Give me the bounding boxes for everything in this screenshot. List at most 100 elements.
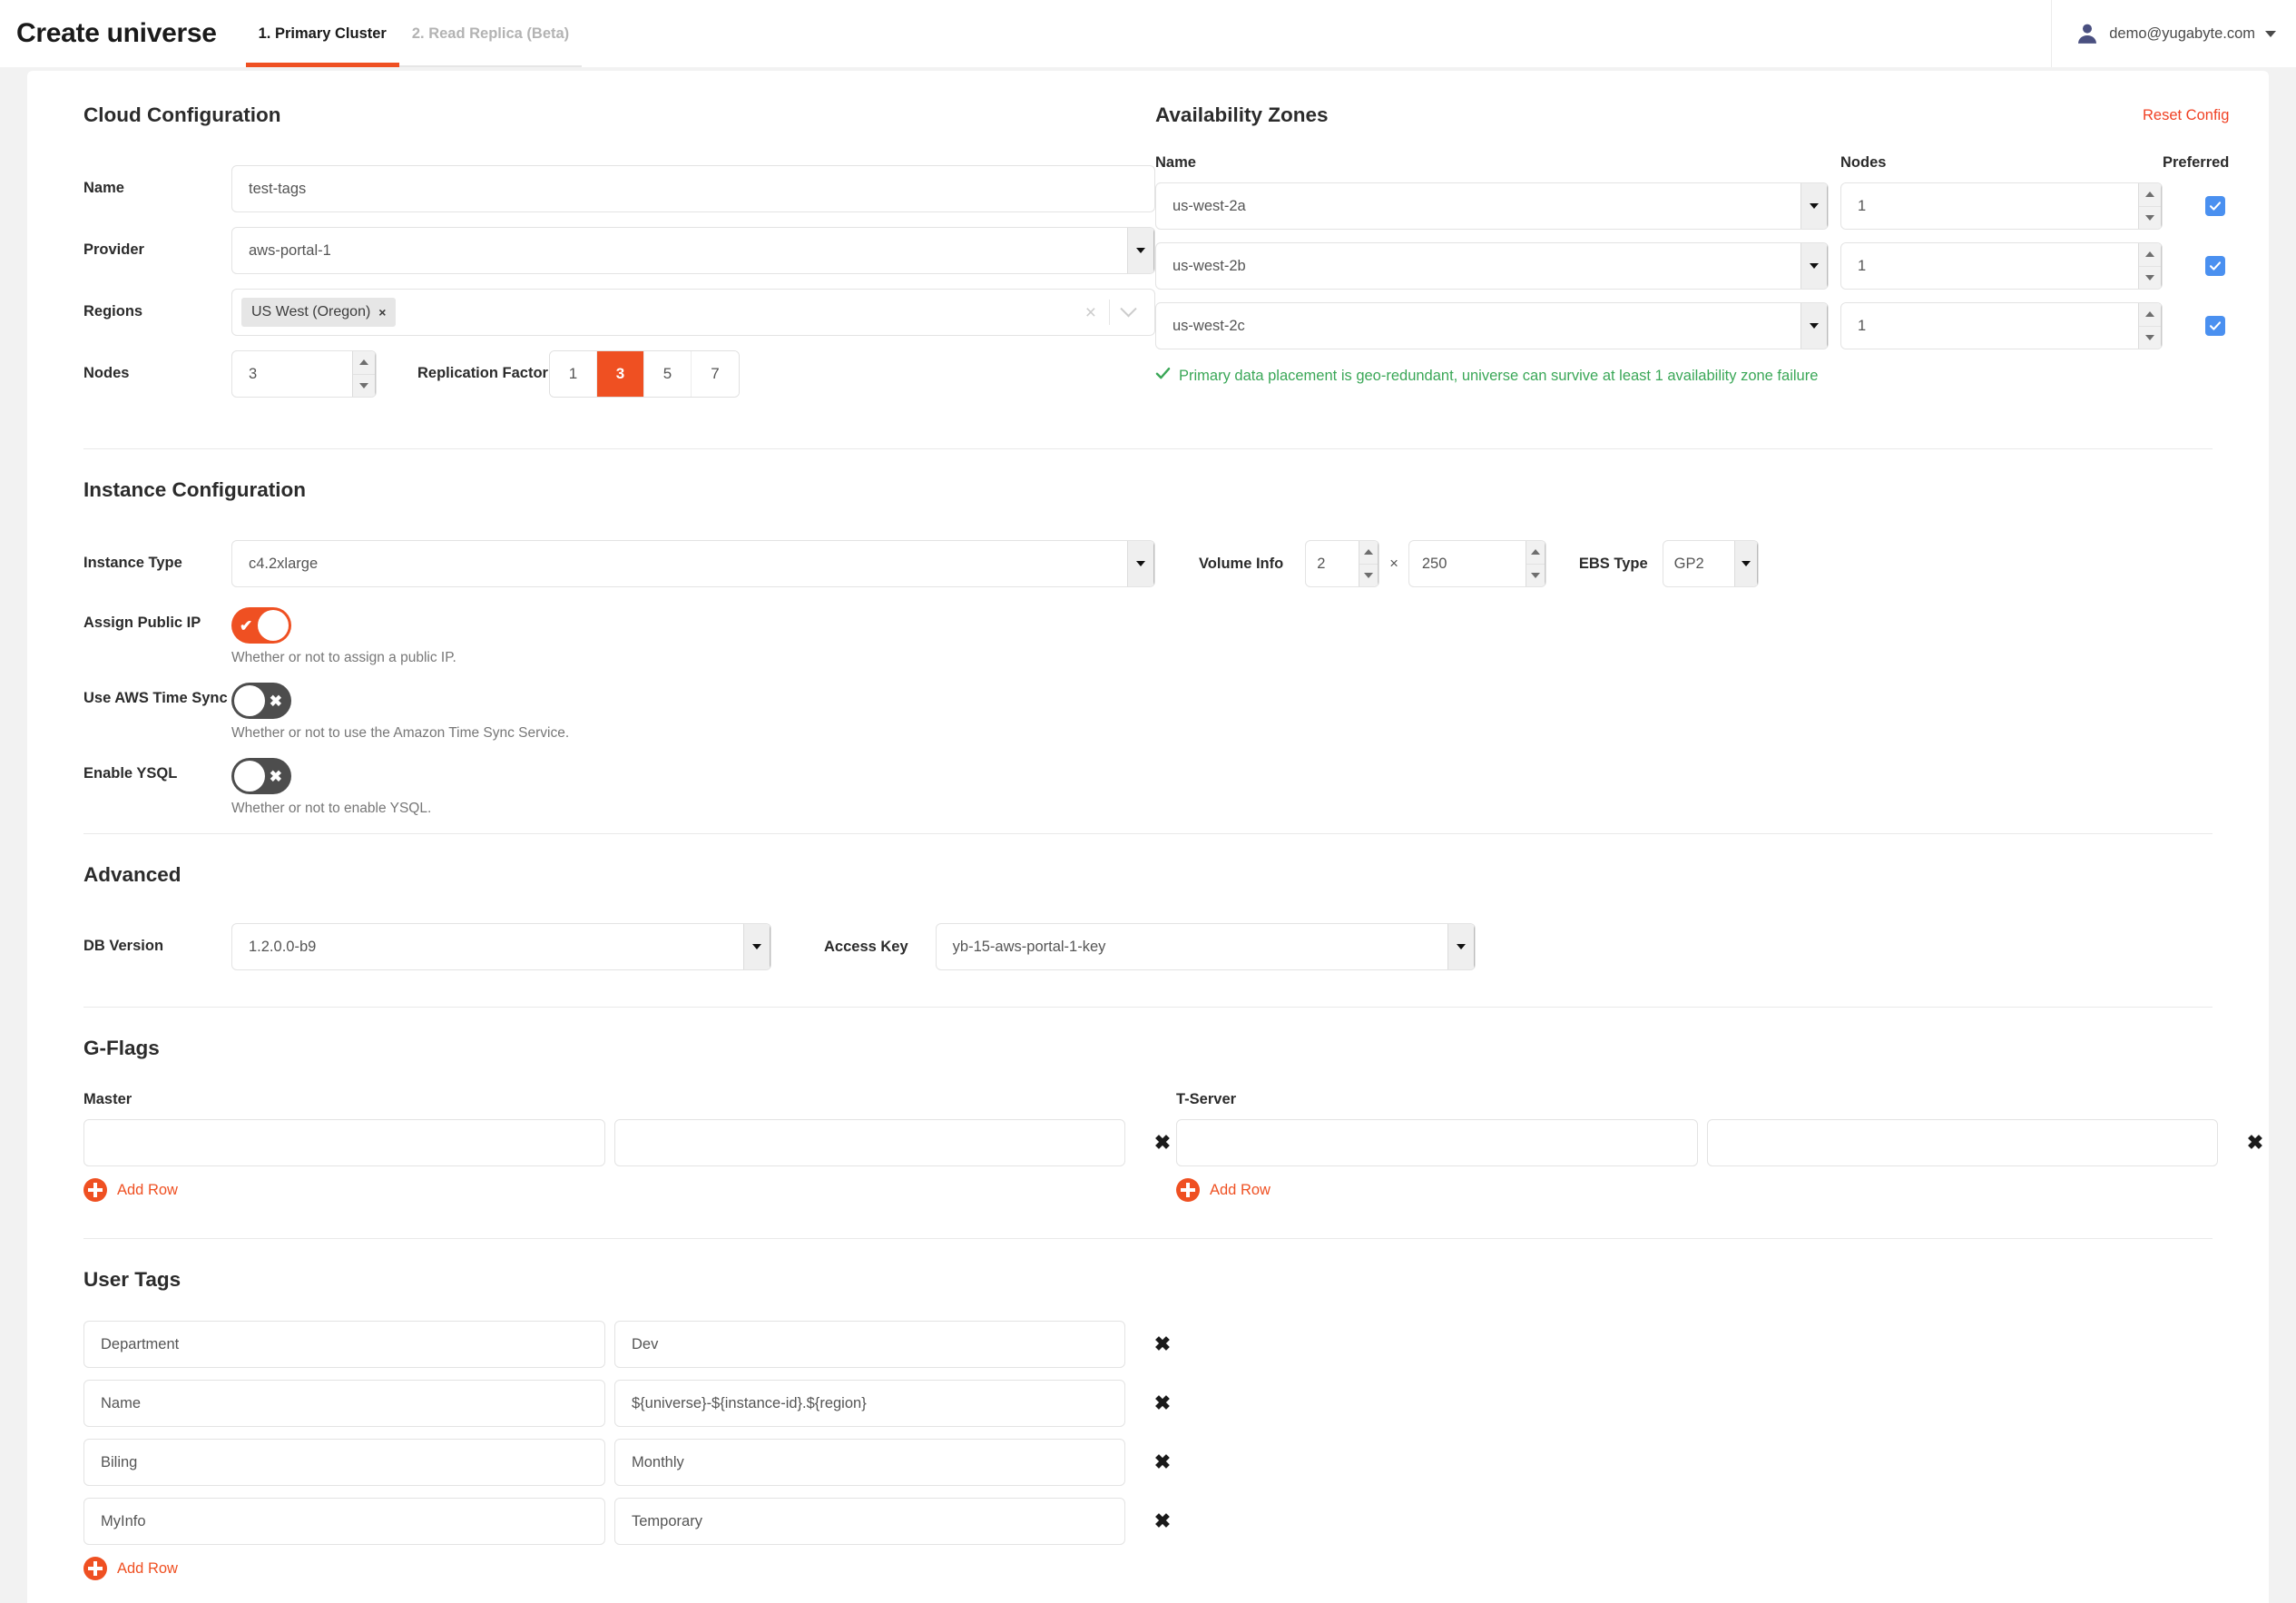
- replication-factor-option-5[interactable]: 5: [644, 351, 692, 397]
- cloud-configuration-title: Cloud Configuration: [83, 103, 281, 126]
- az-nodes-input-0[interactable]: 1: [1841, 183, 2138, 229]
- ebs-type-select[interactable]: GP2: [1662, 540, 1759, 587]
- reset-config-button[interactable]: Reset Config: [2143, 107, 2229, 124]
- gflags-columns: Master ✖ Add Row T-Server ✖ Add Row: [83, 1091, 2263, 1202]
- user-tag-key-input-1[interactable]: Name: [83, 1380, 605, 1427]
- az-preferred-checkbox-2[interactable]: [2205, 316, 2226, 336]
- az-name-dropdown-button-0[interactable]: [1800, 183, 1828, 229]
- user-tag-key-input-0[interactable]: Department: [83, 1321, 605, 1368]
- replication-factor-option-1[interactable]: 1: [550, 351, 597, 397]
- gflag-master-key-input-0[interactable]: [83, 1119, 605, 1166]
- nodes-increment-button[interactable]: [353, 351, 375, 375]
- tab-primary-cluster[interactable]: 1. Primary Cluster: [245, 0, 400, 67]
- az-nodes-stepper-0[interactable]: 1: [1840, 182, 2163, 230]
- plus-circle-icon: [83, 1557, 107, 1580]
- regions-multiselect[interactable]: US West (Oregon) × ×: [231, 289, 1155, 336]
- user-menu[interactable]: demo@yugabyte.com: [2051, 0, 2276, 67]
- gflag-tserver-value-input-0[interactable]: [1707, 1119, 2218, 1166]
- universe-name-input[interactable]: test-tags: [231, 165, 1155, 212]
- nodes-decrement-button[interactable]: [353, 375, 375, 398]
- assign-public-ip-label: Assign Public IP: [83, 615, 201, 631]
- user-tag-value-input-3[interactable]: Temporary: [614, 1498, 1125, 1545]
- az-nodes-increment-button-2[interactable]: [2139, 303, 2161, 327]
- az-preferred-checkbox-1[interactable]: [2205, 256, 2226, 276]
- az-nodes-input-2[interactable]: 1: [1841, 303, 2138, 349]
- az-preferred-checkbox-0[interactable]: [2205, 196, 2226, 216]
- user-tag-remove-button-1[interactable]: ✖: [1149, 1393, 1176, 1413]
- az-name-dropdown-button-2[interactable]: [1800, 303, 1828, 349]
- availability-zones-column-headers: Name Nodes Preferred: [1155, 154, 2229, 172]
- tab-read-replica[interactable]: 2. Read Replica (Beta): [398, 0, 583, 67]
- provider-select[interactable]: aws-portal-1: [231, 227, 1155, 274]
- region-chip-remove-icon[interactable]: ×: [378, 305, 386, 320]
- az-nodes-increment-button-0[interactable]: [2139, 183, 2161, 207]
- caret-down-icon: [2145, 334, 2154, 340]
- access-key-dropdown-button[interactable]: [1447, 924, 1475, 969]
- caret-down-icon: [2145, 274, 2154, 280]
- az-nodes-decrement-button-2[interactable]: [2139, 327, 2161, 349]
- user-tag-key-input-3[interactable]: MyInfo: [83, 1498, 605, 1545]
- user-tag-value-input-0[interactable]: Dev: [614, 1321, 1125, 1368]
- az-name-dropdown-button-1[interactable]: [1800, 243, 1828, 289]
- volume-size-decrement-button[interactable]: [1526, 565, 1545, 587]
- db-version-label: DB Version: [83, 938, 164, 955]
- az-name-select-2[interactable]: us-west-2c: [1155, 302, 1829, 349]
- user-tag-remove-button-3[interactable]: ✖: [1149, 1511, 1176, 1531]
- region-chip[interactable]: US West (Oregon) ×: [241, 298, 397, 327]
- az-nodes-stepper-buttons-0: [2138, 183, 2162, 229]
- nodes-input[interactable]: 3: [232, 351, 352, 397]
- az-nodes-decrement-button-1[interactable]: [2139, 267, 2161, 290]
- check-icon: [2210, 321, 2222, 330]
- db-version-select[interactable]: 1.2.0.0-b9: [231, 923, 771, 970]
- instance-type-select[interactable]: c4.2xlarge: [231, 540, 1155, 587]
- ebs-type-dropdown-button[interactable]: [1733, 541, 1758, 586]
- gflag-tserver-key-input-0[interactable]: [1176, 1119, 1698, 1166]
- toggle-check-icon: ✔: [240, 616, 253, 634]
- provider-dropdown-button[interactable]: [1127, 228, 1154, 273]
- az-nodes-stepper-1[interactable]: 1: [1840, 242, 2163, 290]
- volume-count-decrement-button[interactable]: [1359, 565, 1378, 587]
- user-tag-remove-button-0[interactable]: ✖: [1149, 1334, 1176, 1354]
- volume-count-stepper[interactable]: 2: [1305, 540, 1380, 587]
- caret-up-icon: [1530, 549, 1540, 556]
- volume-size-increment-button[interactable]: [1526, 541, 1545, 565]
- replication-factor-option-3[interactable]: 3: [597, 351, 644, 397]
- gflag-master-remove-button-0[interactable]: ✖: [1149, 1133, 1176, 1153]
- advanced-title: Advanced: [83, 863, 182, 886]
- az-name-select-0[interactable]: us-west-2a: [1155, 182, 1829, 230]
- nodes-stepper[interactable]: 3: [231, 350, 377, 398]
- clear-icon[interactable]: ×: [1073, 303, 1109, 322]
- chevron-down-icon[interactable]: [1110, 300, 1147, 319]
- table-row: ✖: [1176, 1119, 2269, 1166]
- user-tag-remove-button-2[interactable]: ✖: [1149, 1452, 1176, 1472]
- az-nodes-decrement-button-0[interactable]: [2139, 207, 2161, 230]
- use-aws-time-sync-toggle[interactable]: ✖: [231, 683, 291, 719]
- replication-factor-option-7[interactable]: 7: [692, 351, 739, 397]
- gflags-master-add-row-button[interactable]: Add Row: [83, 1178, 1176, 1202]
- volume-count-input[interactable]: 2: [1306, 541, 1359, 586]
- user-tag-value-input-2[interactable]: Monthly: [614, 1439, 1125, 1486]
- gflags-tserver-add-row-button[interactable]: Add Row: [1176, 1178, 2269, 1202]
- db-version-dropdown-button[interactable]: [743, 924, 770, 969]
- user-tag-value-input-1[interactable]: ${universe}-${instance-id}.${region}: [614, 1380, 1125, 1427]
- enable-ysql-toggle[interactable]: ✖: [231, 758, 291, 794]
- assign-public-ip-toggle[interactable]: ✔: [231, 607, 291, 644]
- az-nodes-input-1[interactable]: 1: [1841, 243, 2138, 289]
- instance-type-dropdown-button[interactable]: [1127, 541, 1154, 586]
- region-chip-label: US West (Oregon): [251, 304, 371, 320]
- volume-size-stepper[interactable]: 250: [1408, 540, 1546, 587]
- volume-count-increment-button[interactable]: [1359, 541, 1379, 565]
- column-header-nodes: Nodes: [1840, 154, 1887, 171]
- gflag-master-value-input-0[interactable]: [614, 1119, 1125, 1166]
- volume-size-input[interactable]: 250: [1409, 541, 1526, 586]
- user-tag-key-input-2[interactable]: Biling: [83, 1439, 605, 1486]
- upper-section: Cloud Configuration Name test-tags Provi…: [83, 71, 2229, 412]
- access-key-select[interactable]: yb-15-aws-portal-1-key: [935, 923, 1476, 970]
- gflag-tserver-remove-button-0[interactable]: ✖: [2242, 1133, 2269, 1153]
- caret-up-icon: [1364, 549, 1374, 556]
- gflags-tserver-label: T-Server: [1176, 1091, 1237, 1107]
- az-name-select-1[interactable]: us-west-2b: [1155, 242, 1829, 290]
- az-nodes-stepper-2[interactable]: 1: [1840, 302, 2163, 349]
- user-tags-add-row-button[interactable]: Add Row: [83, 1557, 2213, 1580]
- az-nodes-increment-button-1[interactable]: [2139, 243, 2161, 267]
